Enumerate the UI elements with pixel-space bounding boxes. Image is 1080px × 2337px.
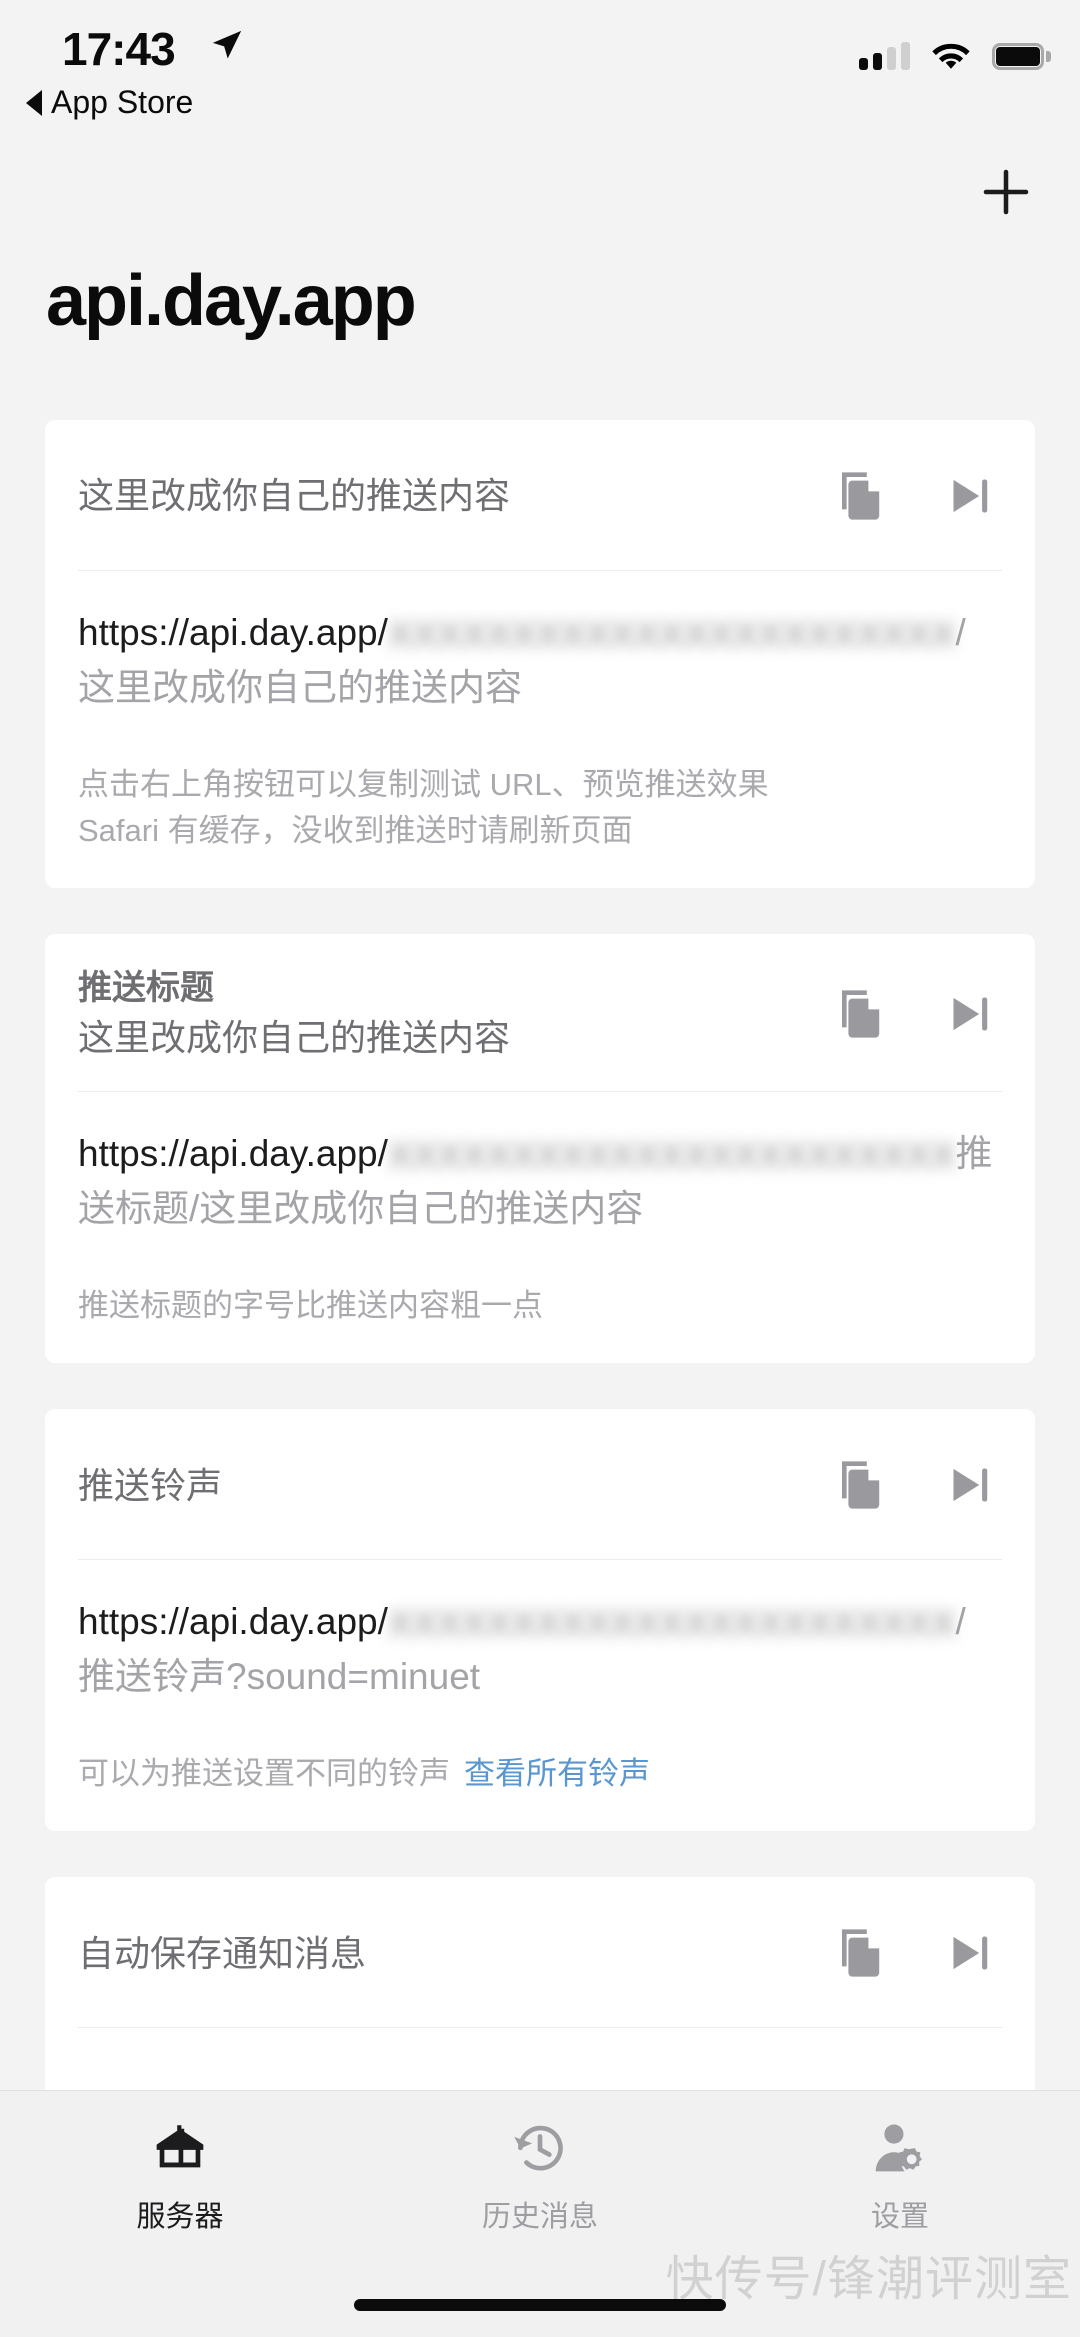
- copy-icon[interactable]: [838, 1926, 886, 1980]
- url-token-blurred: XXXXXXXXXXXXXXXXXXXXXXX: [387, 614, 956, 655]
- card-header-texts: 推送标题 这里改成你自己的推送内容: [78, 964, 838, 1063]
- test-url[interactable]: https://api.day.app/XXXXXXXXXXXXXXXXXXXX…: [78, 1092, 1002, 1245]
- card-actions: [838, 1926, 1002, 1980]
- skip-forward-icon[interactable]: [948, 990, 992, 1038]
- card-subtitle: 自动保存通知消息: [78, 1932, 367, 1974]
- card-hint-text: 可以为推送设置不同的铃声: [78, 1756, 450, 1792]
- card-hint: 推送标题的字号比推送内容粗一点: [78, 1245, 1002, 1363]
- skip-forward-icon[interactable]: [948, 1461, 992, 1509]
- card-hint-text: 推送标题的字号比推送内容粗一点: [78, 1288, 543, 1324]
- tab-label: 历史消息: [481, 2201, 598, 2233]
- location-arrow-icon: [212, 30, 242, 59]
- card-header: 自动保存通知消息: [78, 1877, 1002, 2027]
- card-subtitle: 这里改成你自己的推送内容: [78, 475, 511, 517]
- card-subtitle: 推送铃声: [78, 1464, 223, 1506]
- url-token-blurred: XXXXXXXXXXXXXXXXXXXXXXX: [387, 1603, 956, 1645]
- cellular-signal-icon: [859, 42, 910, 70]
- person-gear-icon: [875, 2124, 922, 2172]
- back-triangle-icon: [26, 89, 42, 116]
- tab-servers[interactable]: 服务器: [0, 2091, 360, 2337]
- home-indicator[interactable]: [354, 2299, 726, 2311]
- tab-bar: 服务器 历史消息 设置 快传号/锋潮评测室: [0, 2090, 1080, 2337]
- view-all-sounds-link[interactable]: 查看所有铃声: [464, 1756, 650, 1791]
- card-header: 这里改成你自己的推送内容: [78, 420, 1002, 570]
- copy-icon[interactable]: [838, 1458, 886, 1512]
- battery-full-icon: [992, 42, 1051, 70]
- url-prefix: https://api.day.app/: [78, 1133, 388, 1175]
- server-card[interactable]: 推送铃声 https://api.day.app/XXXXXXXXXXXXXXX…: [45, 1409, 1035, 1832]
- url-token-blurred: XXXXXXXXXXXXXXXXXXXXXXX: [387, 1135, 956, 1177]
- card-header-texts: 推送铃声: [78, 1460, 838, 1511]
- back-label: App Store: [51, 84, 194, 120]
- server-card[interactable]: 这里改成你自己的推送内容 https://api.day.app/XXXXXXX…: [45, 420, 1035, 888]
- wifi-icon: [932, 43, 970, 69]
- url-prefix: https://api.day.app/: [78, 1601, 388, 1643]
- card-actions: [838, 469, 1002, 523]
- test-url[interactable]: https://api.day.app/XXXXXXXXXXXXXXXXXXXX…: [78, 1560, 1002, 1713]
- test-url[interactable]: https://api.day.app/XXXXXXXXXXXXXXXXXXXX…: [78, 571, 1002, 724]
- card-header-texts: 这里改成你自己的推送内容: [78, 470, 838, 521]
- card-actions: [838, 987, 1002, 1041]
- card-hint: 点击右上角按钮可以复制测试 URL、预览推送效果 Safari 有缓存，没收到推…: [78, 724, 1002, 888]
- card-list[interactable]: 这里改成你自己的推送内容 https://api.day.app/XXXXXXX…: [0, 420, 1080, 2090]
- page-title: api.day.app: [46, 261, 417, 341]
- status-indicators: [859, 42, 1051, 70]
- copy-icon[interactable]: [838, 987, 886, 1041]
- back-to-app-store-button[interactable]: App Store: [26, 84, 193, 121]
- tab-label: 设置: [870, 2201, 929, 2233]
- copy-icon[interactable]: [838, 469, 886, 523]
- url-prefix: https://api.day.app/: [78, 612, 388, 653]
- add-server-button[interactable]: [974, 160, 1038, 224]
- card-header: 推送铃声: [78, 1409, 1002, 1559]
- server-card[interactable]: 自动保存通知消息: [45, 1877, 1035, 2090]
- card-hint: 可以为推送设置不同的铃声 查看所有铃声: [78, 1713, 1002, 1831]
- tab-label: 服务器: [136, 2201, 224, 2233]
- card-hint-text: 点击右上角按钮可以复制测试 URL、预览推送效果 Safari 有缓存，没收到推…: [78, 767, 769, 848]
- status-bar: 17:43 App Store: [0, 0, 1080, 150]
- home-icon: [156, 2125, 204, 2168]
- watermark: 快传号/锋潮评测室: [665, 2253, 1072, 2306]
- skip-forward-icon[interactable]: [948, 472, 992, 520]
- card-header: 推送标题 这里改成你自己的推送内容: [78, 934, 1002, 1091]
- card-subtitle: 这里改成你自己的推送内容: [78, 1017, 511, 1059]
- status-time: 17:43: [62, 23, 176, 75]
- card-title: 推送标题: [78, 968, 214, 1007]
- history-clock-icon: [514, 2125, 563, 2171]
- skip-forward-icon[interactable]: [948, 1929, 992, 1977]
- card-actions: [838, 1458, 1002, 1512]
- test-url[interactable]: [78, 2028, 1002, 2090]
- server-card[interactable]: 推送标题 这里改成你自己的推送内容 https://api.day.app/XX…: [45, 933, 1035, 1364]
- card-header-texts: 自动保存通知消息: [78, 1928, 838, 1979]
